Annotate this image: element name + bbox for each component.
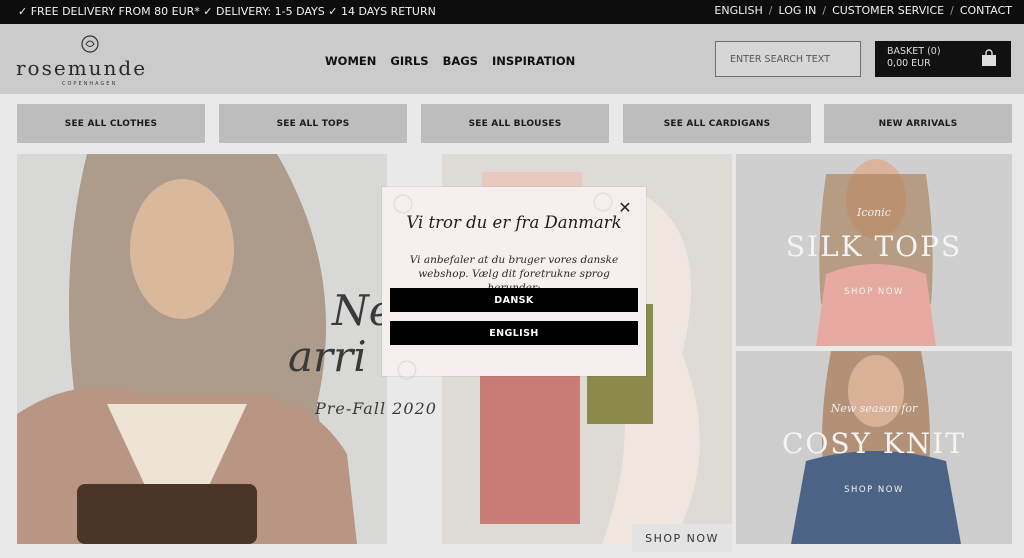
cosy-knit-shop-now[interactable]: SHOP NOW [736,485,1012,495]
customer-service-link[interactable]: CUSTOMER SERVICE [832,4,944,17]
see-all-clothes-button[interactable]: SEE ALL CLOTHES [17,104,205,143]
silk-tops-shop-now[interactable]: SHOP NOW [736,287,1012,297]
main-nav: WOMEN GIRLS BAGS INSPIRATION [325,54,575,68]
site-header: rosemunde COPENHAGEN WOMEN GIRLS BAGS IN… [0,24,1024,94]
see-all-tops-button[interactable]: SEE ALL TOPS [219,104,407,143]
see-all-blouses-button[interactable]: SEE ALL BLOUSES [421,104,609,143]
promo-text: ✓ FREE DELIVERY FROM 80 EUR* ✓ DELIVERY:… [18,5,436,18]
nav-bags[interactable]: BAGS [443,54,478,68]
top-bar: ✓ FREE DELIVERY FROM 80 EUR* ✓ DELIVERY:… [0,0,1024,24]
nav-inspiration[interactable]: INSPIRATION [492,54,575,68]
rose-logo-icon [81,35,99,53]
banner-heading-line2: arri [288,332,367,381]
separator: / [822,4,827,17]
silk-tops-heading: SILK TOPS [785,230,963,263]
see-all-cardigans-button[interactable]: SEE ALL CARDIGANS [623,104,811,143]
new-arrivals-button[interactable]: NEW ARRIVALS [824,104,1012,143]
logo-subtitle: COPENHAGEN [62,81,118,87]
separator: / [768,4,773,17]
modal-title: Vi tror du er fra Danmark [406,213,622,232]
search-input[interactable]: ENTER SEARCH TEXT [715,41,861,77]
basket-button[interactable]: BASKET (0) 0,00 EUR [875,41,1011,77]
rose-watermark-icon [593,192,613,212]
contact-link[interactable]: CONTACT [960,4,1012,17]
shop-now-button[interactable]: SHOP NOW [632,524,732,552]
top-links: ENGLISH / LOG IN / CUSTOMER SERVICE / CO… [714,4,1012,17]
separator: / [950,4,954,17]
cosy-knit-heading: COSY KNIT [781,427,967,460]
nav-girls[interactable]: GIRLS [390,54,428,68]
rose-watermark-icon [393,194,413,214]
shopping-bag-icon [982,49,996,66]
country-modal: ✕ Vi tror du er fra Danmark Vi anbefaler… [382,187,646,380]
banner-season: Pre-Fall 2020 [315,399,437,418]
english-button[interactable]: ENGLISH [390,321,638,345]
rose-watermark-icon [397,360,417,380]
logo-wordmark: rosemunde [16,56,148,80]
logo[interactable]: rosemunde COPENHAGEN [16,32,166,88]
dansk-button[interactable]: DANSK [390,288,638,312]
silk-tops-tagline: Iconic [857,206,891,219]
nav-women[interactable]: WOMEN [325,54,376,68]
login-link[interactable]: LOG IN [778,4,816,17]
language-link[interactable]: ENGLISH [714,4,762,17]
cosy-knit-tagline: New season for [830,402,918,415]
